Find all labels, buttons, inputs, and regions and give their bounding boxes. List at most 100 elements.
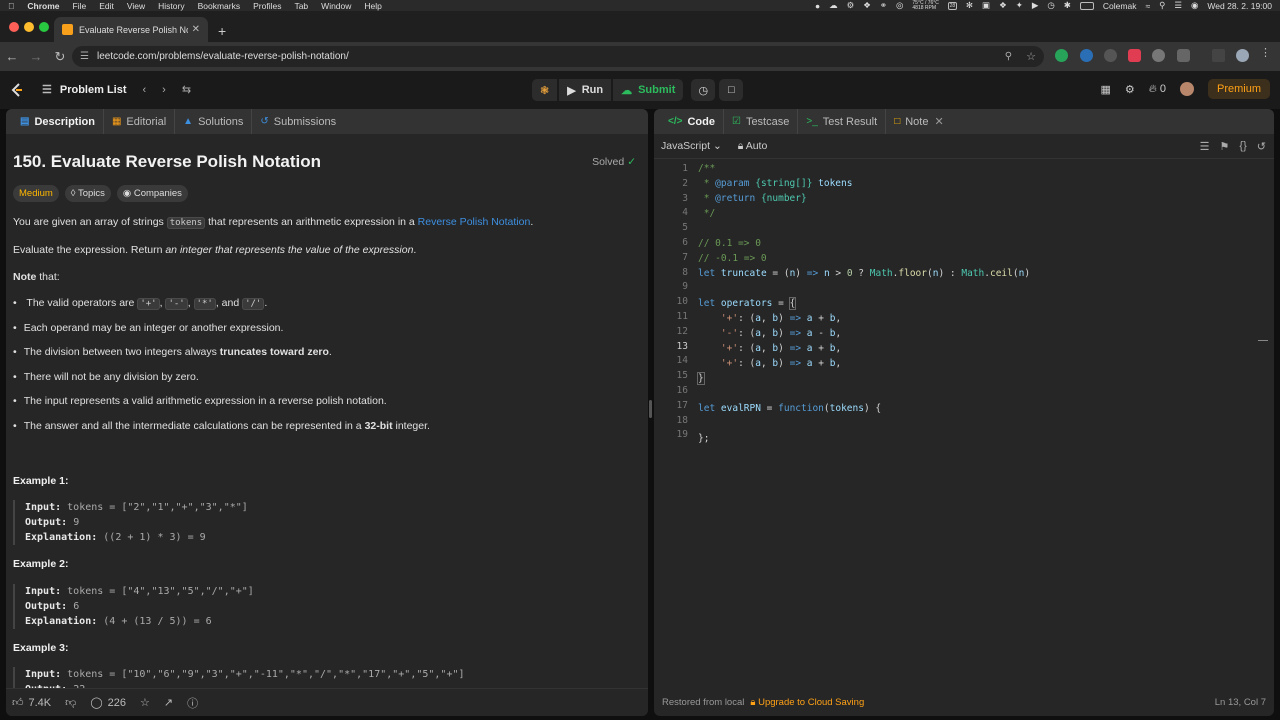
like-button[interactable]: 👍︎ 7.4K: [12, 696, 51, 710]
control-center-icon[interactable]: ☰: [1174, 0, 1182, 11]
code-line[interactable]: '-': (a, b) => a - b,: [698, 328, 841, 339]
forward-button[interactable]: →: [24, 49, 48, 64]
menu-file[interactable]: File: [73, 1, 87, 11]
tab-editorial[interactable]: ▦ Editorial: [104, 109, 176, 134]
code-line[interactable]: // -0.1 => 0: [698, 253, 767, 264]
search-icon[interactable]: ⚲: [1159, 0, 1165, 11]
zoom-window-button[interactable]: [39, 22, 49, 32]
close-window-button[interactable]: [9, 22, 19, 32]
menu-window[interactable]: Window: [321, 1, 351, 11]
format-icon[interactable]: ☰: [1200, 140, 1210, 153]
code-line[interactable]: '+': (a, b) => a + b,: [698, 358, 841, 369]
submit-button[interactable]: ☁ Submit: [613, 79, 684, 101]
extension-gray-icon[interactable]: [1104, 49, 1117, 62]
leetcode-logo-icon[interactable]: [10, 83, 24, 97]
reset-icon[interactable]: ↺: [1257, 140, 1266, 153]
gear-icon[interactable]: ⚙: [847, 0, 855, 11]
code-line[interactable]: }: [697, 372, 705, 385]
side-panel-icon[interactable]: [1212, 49, 1225, 62]
code-line[interactable]: '+': (a, b) => a + b,: [698, 313, 841, 324]
comments-button[interactable]: ◯ 226: [90, 696, 126, 710]
tab-solutions[interactable]: ▲ Solutions: [175, 109, 253, 134]
tab-note[interactable]: □ Note ✕: [886, 109, 952, 134]
settings-gear-icon[interactable]: ⚙: [1125, 83, 1135, 96]
menu-view[interactable]: View: [127, 1, 145, 11]
problem-list-label[interactable]: Problem List: [60, 84, 127, 96]
keyboard-layout[interactable]: Colemak: [1103, 1, 1137, 11]
browser-menu-icon[interactable]: ⋮: [1260, 46, 1273, 59]
pocket-extension-icon[interactable]: [1128, 49, 1141, 62]
tab-code[interactable]: </> Code: [660, 109, 724, 134]
help-icon[interactable]: ⓘ: [187, 695, 198, 711]
profile-avatar-icon[interactable]: [1236, 49, 1249, 62]
rpn-link[interactable]: Reverse Polish Notation: [418, 216, 531, 228]
code-line[interactable]: * @return {number}: [698, 193, 807, 204]
bluetooth-icon[interactable]: ✱: [1064, 0, 1071, 11]
notes-icon[interactable]: □: [719, 79, 744, 101]
globe-icon[interactable]: ◎: [896, 0, 903, 11]
fan-icon[interactable]: ✻: [966, 0, 973, 11]
streak-counter[interactable]: 🔥︎ 0: [1149, 83, 1166, 96]
compass-icon[interactable]: ✦: [1016, 0, 1023, 11]
language-select[interactable]: JavaScript ⌄: [661, 140, 722, 152]
cloud-icon[interactable]: ☁: [829, 0, 838, 11]
favorite-star-icon[interactable]: ☆: [140, 696, 150, 709]
shuffle-icon[interactable]: ⇆: [182, 83, 191, 96]
screen-icon[interactable]: ▣: [982, 0, 990, 11]
tab-submissions[interactable]: ↺ Submissions: [252, 109, 344, 134]
menu-bookmarks[interactable]: Bookmarks: [198, 1, 241, 11]
menu-profiles[interactable]: Profiles: [253, 1, 281, 11]
code-line[interactable]: let operators = {: [698, 297, 797, 310]
menu-tab[interactable]: Tab: [294, 1, 308, 11]
minimize-window-button[interactable]: [24, 22, 34, 32]
bookmark-star-icon[interactable]: ☆: [1026, 50, 1036, 63]
auto-mode[interactable]: 🔒︎ Auto: [738, 140, 768, 153]
menu-history[interactable]: History: [158, 1, 184, 11]
tab-testcase[interactable]: ☑ Testcase: [724, 109, 799, 134]
slack-icon[interactable]: ❖: [863, 0, 871, 11]
topics-chip[interactable]: ◊ Topics: [64, 185, 111, 202]
run-button[interactable]: ▶ Run: [559, 79, 612, 101]
code-line[interactable]: };: [698, 433, 709, 444]
zoom-icon[interactable]: ⚲: [1005, 51, 1012, 62]
code-line[interactable]: let truncate = (n) => n > 0 ? Math.floor…: [698, 268, 1030, 279]
bookmark-icon[interactable]: ⚑: [1220, 140, 1230, 153]
code-line[interactable]: '+': (a, b) => a + b,: [698, 343, 841, 354]
layout-icon[interactable]: ▦: [1100, 83, 1110, 96]
debug-icon[interactable]: ❃: [532, 79, 558, 101]
alarm-icon[interactable]: ◷: [691, 79, 716, 101]
clock-text[interactable]: Wed 28. 2. 19:00: [1207, 1, 1272, 11]
wifi-icon[interactable]: ≈: [1145, 1, 1150, 11]
panel-resize-handle[interactable]: [649, 400, 652, 418]
menu-app-name[interactable]: Chrome: [27, 1, 59, 11]
clock-icon[interactable]: ◷: [1047, 0, 1054, 11]
calendar-icon[interactable]: 28: [947, 1, 957, 10]
code-line[interactable]: */: [698, 208, 715, 219]
react-devtools-extension-icon[interactable]: [1080, 49, 1093, 62]
site-info-icon[interactable]: ☰: [80, 51, 89, 62]
code-line[interactable]: /**: [698, 163, 715, 174]
extensions-puzzle-icon[interactable]: [1177, 49, 1190, 62]
url-text[interactable]: leetcode.com/problems/evaluate-reverse-p…: [97, 51, 349, 62]
pin-icon[interactable]: ❖: [999, 0, 1007, 11]
problem-title[interactable]: 150. Evaluate Reverse Polish Notation: [13, 152, 321, 172]
extension-round-icon[interactable]: [1152, 49, 1165, 62]
upgrade-cloud-link[interactable]: 🔒︎ Upgrade to Cloud Saving: [750, 697, 864, 708]
braces-icon[interactable]: {}: [1239, 140, 1246, 153]
grammarly-extension-icon[interactable]: [1055, 49, 1068, 62]
tab-description[interactable]: ▤ Description: [12, 109, 104, 134]
close-tab-icon[interactable]: ✕: [192, 24, 200, 35]
battery-icon[interactable]: [1079, 1, 1094, 10]
record-icon[interactable]: ●: [815, 1, 820, 11]
code-line[interactable]: // 0.1 => 0: [698, 238, 761, 249]
play-icon[interactable]: ▶: [1032, 0, 1039, 11]
headphones-icon[interactable]: ⚭: [880, 0, 887, 11]
back-button[interactable]: ←: [0, 49, 24, 64]
temperature-monitor[interactable]: 75°C / 76°C 4818 RPM: [912, 0, 939, 11]
next-problem-icon[interactable]: ›: [162, 84, 166, 96]
tab-test-result[interactable]: >_ Test Result: [798, 109, 887, 134]
apple-icon[interactable]: : [8, 1, 14, 11]
companies-chip[interactable]: ◉ Companies: [116, 185, 188, 202]
problem-list-nav[interactable]: ☰ Problem List ‹ › ⇆: [42, 83, 191, 97]
siri-icon[interactable]: ◉: [1191, 0, 1198, 11]
